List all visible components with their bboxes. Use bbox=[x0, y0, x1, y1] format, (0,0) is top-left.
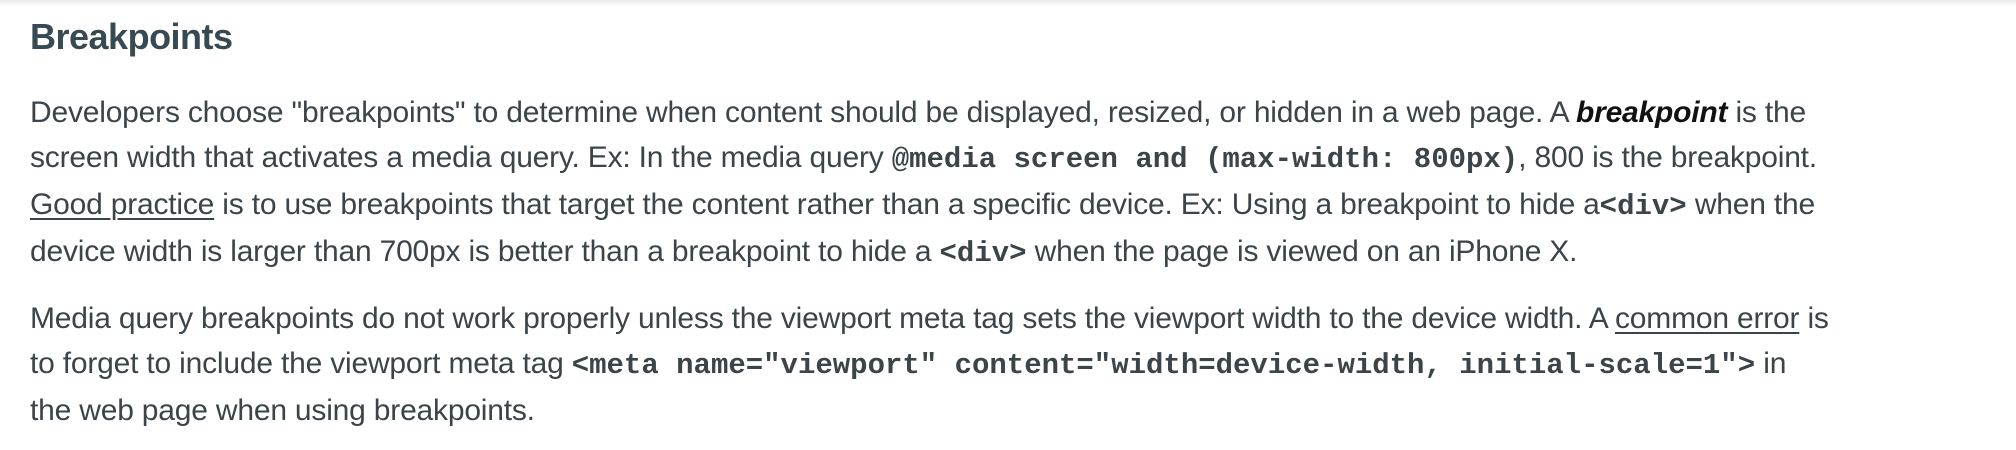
text-span: screen width that activates a media quer… bbox=[30, 141, 892, 174]
paragraph-line: device width is larger than 700px is bet… bbox=[30, 229, 2000, 276]
paragraph-line: Good practice is to use breakpoints that… bbox=[30, 182, 2000, 229]
code-div-tag: <div> bbox=[1599, 190, 1687, 223]
breakpoints-section: Breakpoints Developers choose "breakpoin… bbox=[30, 14, 2000, 433]
term-breakpoint: breakpoint bbox=[1575, 96, 1728, 129]
breakpoints-paragraph: Developers choose "breakpoints" to deter… bbox=[30, 90, 2000, 276]
paragraph-line: to forget to include the viewport meta t… bbox=[30, 341, 2000, 388]
code-viewport-meta: <meta name="viewport" content="width=dev… bbox=[571, 349, 1756, 382]
common-error-link[interactable]: common error bbox=[1615, 302, 1800, 335]
text-span: Developers choose "breakpoints" to deter… bbox=[30, 96, 1576, 129]
text-span: the web page when using breakpoints. bbox=[30, 394, 535, 427]
text-span: device width is larger than 700px is bet… bbox=[30, 235, 940, 268]
paragraph-line: the web page when using breakpoints. bbox=[30, 388, 2000, 433]
paragraph-line: screen width that activates a media quer… bbox=[30, 135, 2000, 182]
text-span: when the bbox=[1686, 188, 1815, 221]
paragraph-line: Developers choose "breakpoints" to deter… bbox=[30, 90, 2000, 135]
section-heading: Breakpoints bbox=[30, 16, 233, 57]
text-span: is to use breakpoints that target the co… bbox=[214, 188, 1600, 221]
text-span: in bbox=[1755, 347, 1787, 380]
good-practice-link[interactable]: Good practice bbox=[30, 188, 214, 221]
text-span: , 800 is the breakpoint. bbox=[1518, 141, 1817, 174]
top-divider-shadow bbox=[0, 0, 2016, 6]
text-span: is bbox=[1799, 302, 1829, 335]
paragraph-line: Media query breakpoints do not work prop… bbox=[30, 296, 2000, 341]
text-span: when the page is viewed on an iPhone X. bbox=[1026, 235, 1578, 268]
viewport-paragraph: Media query breakpoints do not work prop… bbox=[30, 296, 2000, 433]
code-div-tag: <div> bbox=[939, 237, 1027, 270]
text-span: is the bbox=[1727, 96, 1806, 129]
text-span: Media query breakpoints do not work prop… bbox=[30, 302, 1615, 335]
code-media-query: @media screen and (max-width: 800px) bbox=[891, 143, 1519, 176]
text-span: to forget to include the viewport meta t… bbox=[30, 347, 572, 380]
